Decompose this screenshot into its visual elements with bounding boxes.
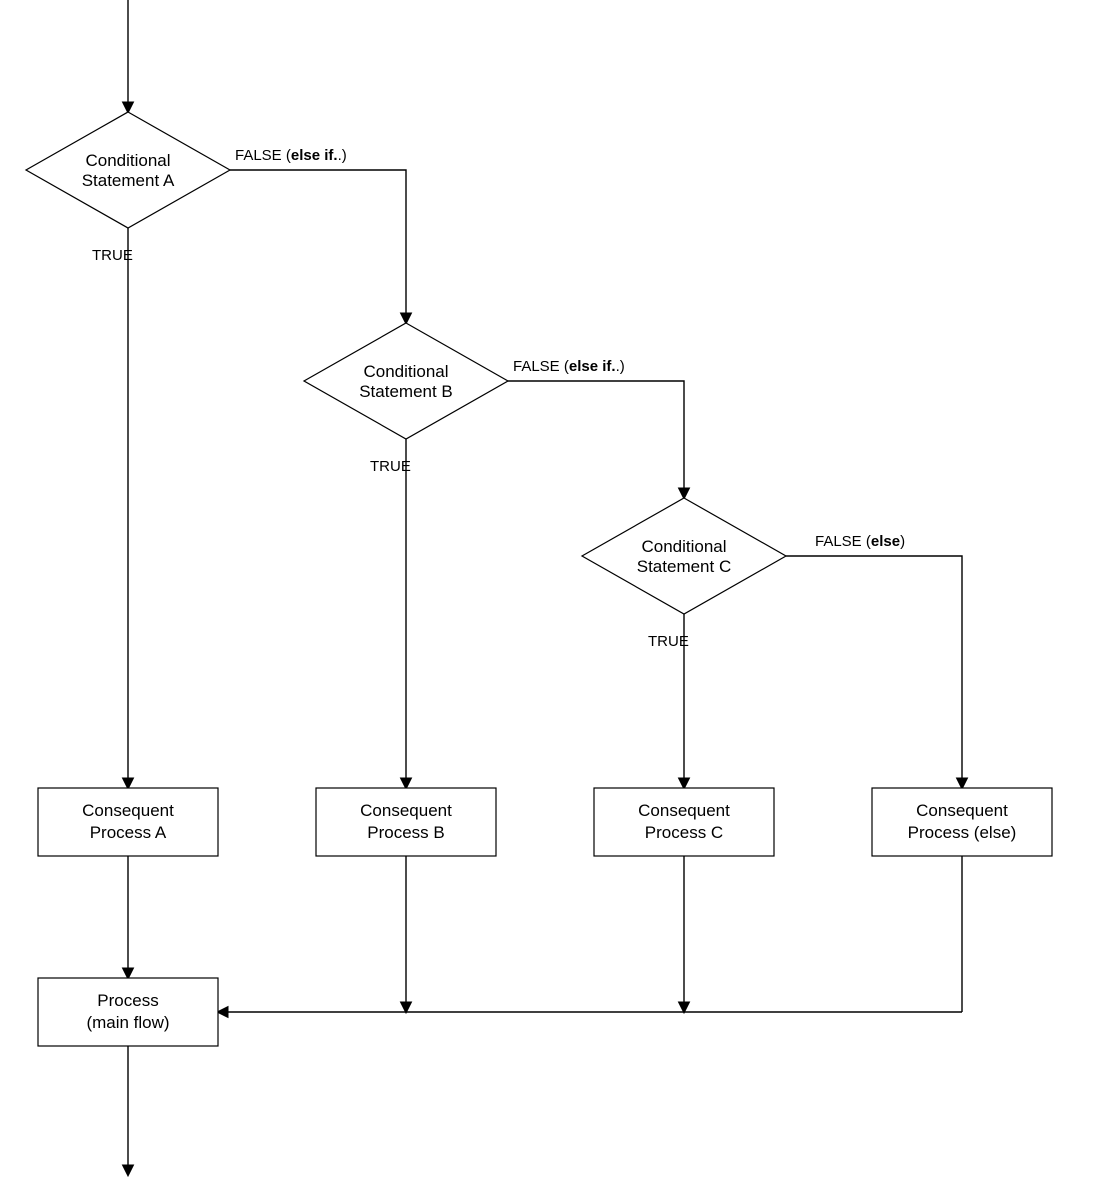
edge-condA-false — [230, 170, 406, 323]
edge-labels: TRUE TRUE TRUE FALSE (else if..) FALSE (… — [92, 147, 905, 650]
label-condB-true: TRUE — [370, 458, 411, 475]
node-process-a: Consequent Process A — [38, 788, 218, 856]
edges — [128, 0, 962, 1175]
svg-text:Consequent: Consequent — [82, 801, 174, 820]
node-conditional-a: Conditional Statement A — [26, 112, 230, 228]
node-process-main: Process (main flow) — [38, 978, 218, 1046]
label-condA-false: FALSE (else if..) — [235, 147, 347, 164]
node-process-c: Consequent Process C — [594, 788, 774, 856]
label-condA-true: TRUE — [92, 247, 133, 264]
svg-text:Process C: Process C — [645, 823, 723, 842]
svg-text:Conditional: Conditional — [363, 362, 448, 381]
node-process-else: Consequent Process (else) — [872, 788, 1052, 856]
svg-text:Statement B: Statement B — [359, 382, 453, 401]
node-conditional-c: Conditional Statement C — [582, 498, 786, 614]
svg-text:Process B: Process B — [367, 823, 444, 842]
edge-condB-false — [508, 381, 684, 498]
svg-text:Consequent: Consequent — [638, 801, 730, 820]
svg-text:Statement C: Statement C — [637, 557, 732, 576]
flowchart-diagram: TRUE TRUE TRUE FALSE (else if..) FALSE (… — [0, 0, 1120, 1197]
svg-text:Conditional: Conditional — [85, 151, 170, 170]
label-condC-false: FALSE (else) — [815, 533, 905, 550]
process-nodes: Consequent Process A Consequent Process … — [38, 788, 1052, 1046]
label-condC-true: TRUE — [648, 633, 689, 650]
label-condB-false: FALSE (else if..) — [513, 358, 625, 375]
svg-text:Process A: Process A — [90, 823, 167, 842]
node-conditional-b: Conditional Statement B — [304, 323, 508, 439]
svg-text:(main flow): (main flow) — [86, 1013, 169, 1032]
svg-text:Process: Process — [97, 991, 158, 1010]
svg-text:Statement A: Statement A — [82, 171, 175, 190]
svg-text:Process (else): Process (else) — [908, 823, 1017, 842]
svg-text:Conditional: Conditional — [641, 537, 726, 556]
node-process-b: Consequent Process B — [316, 788, 496, 856]
edge-condC-false — [786, 556, 962, 788]
svg-text:Consequent: Consequent — [360, 801, 452, 820]
svg-text:Consequent: Consequent — [916, 801, 1008, 820]
